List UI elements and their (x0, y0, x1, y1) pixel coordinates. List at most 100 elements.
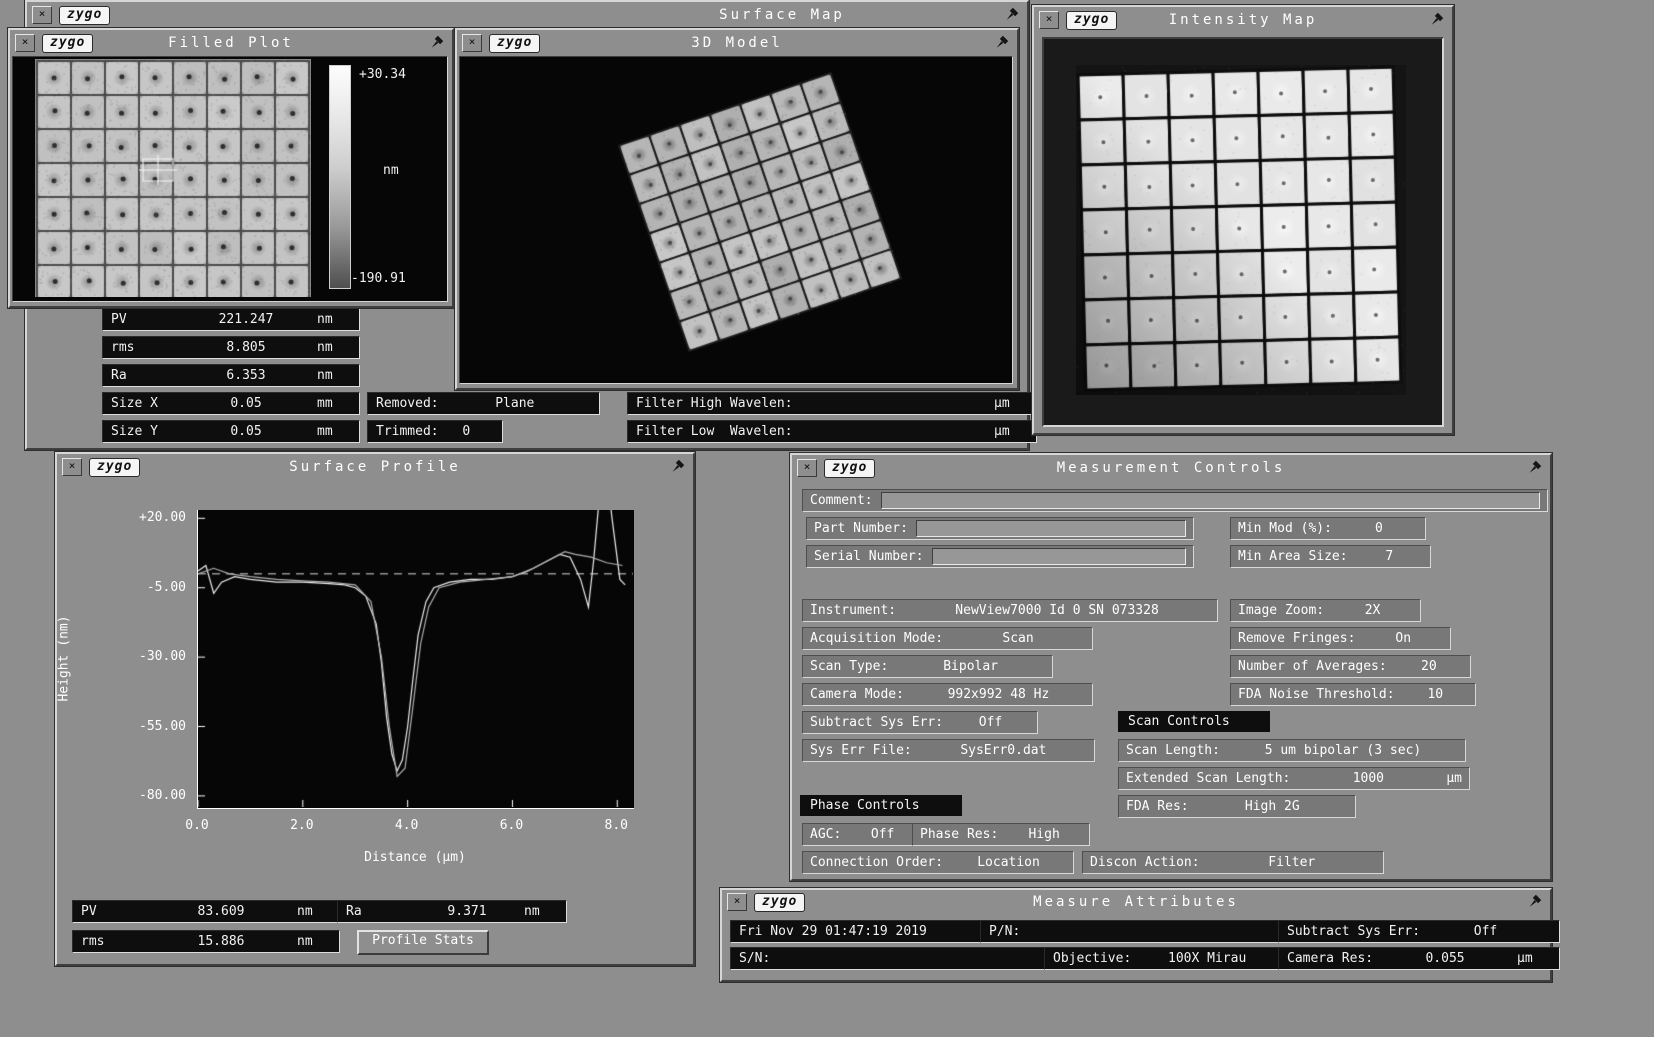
field-value: Bipolar (896, 659, 1045, 674)
field-extended-scan-length[interactable]: Extended Scan Length: 1000 µm (1118, 767, 1470, 790)
surface-map-titlebar[interactable]: × zygo Surface Map (27, 2, 1027, 28)
close-icon[interactable]: × (462, 34, 482, 52)
field-filter-low-wavelen[interactable]: Filter Low Wavelen: µm (627, 420, 1037, 443)
pin-icon[interactable] (429, 34, 447, 52)
field-min-mod[interactable]: Min Mod (%): 0 (1230, 517, 1426, 540)
x-tick-label: 2.0 (280, 818, 324, 833)
field-phase-res[interactable]: Phase Res: High (912, 823, 1090, 846)
field-value: SysErr0.dat (920, 743, 1087, 758)
field-discon-action[interactable]: Discon Action: Filter (1082, 851, 1384, 874)
stat-unit: mm (317, 396, 351, 411)
part-number-input[interactable] (916, 520, 1186, 537)
field-label: Remove Fringes: (1238, 631, 1355, 646)
profile-stats-button[interactable]: Profile Stats (357, 930, 489, 955)
field-camera-mode[interactable]: Camera Mode: 992x992 48 Hz (802, 683, 1093, 706)
model-3d-image[interactable] (460, 57, 1010, 381)
field-fda-noise-threshold[interactable]: FDA Noise Threshold: 10 (1230, 683, 1476, 706)
field-remove-fringes[interactable]: Remove Fringes: On (1230, 627, 1451, 650)
pin-icon[interactable] (1527, 459, 1545, 477)
field-unit: µm (1517, 951, 1551, 966)
zygo-logo[interactable]: zygo (754, 893, 805, 912)
pin-icon[interactable] (1527, 893, 1545, 911)
field-label: Subtract Sys Err: (810, 715, 943, 730)
surface-profile-titlebar[interactable]: × zygo Surface Profile (57, 454, 693, 480)
model-3d-window: × zygo 3D Model (455, 28, 1019, 390)
serial-number-input[interactable] (932, 548, 1186, 565)
field-fda-res[interactable]: FDA Res: High 2G (1118, 795, 1356, 818)
x-tick-label: 8.0 (594, 818, 638, 833)
stat-label: Ra (111, 368, 175, 383)
field-label: Discon Action: (1090, 855, 1200, 870)
field-image-zoom[interactable]: Image Zoom: 2X (1230, 599, 1421, 622)
close-icon[interactable]: × (797, 459, 817, 477)
intensity-map-image[interactable] (1076, 65, 1406, 395)
zygo-logo[interactable]: zygo (59, 6, 110, 25)
field-value: 10 (1403, 687, 1468, 702)
field-label: AGC: (810, 827, 841, 842)
filled-plot-image[interactable] (35, 59, 311, 297)
attribute-pn[interactable]: P/N: (980, 920, 1292, 943)
zygo-logo[interactable]: zygo (42, 34, 93, 53)
zygo-logo[interactable]: zygo (824, 459, 875, 478)
pin-icon[interactable] (670, 458, 688, 476)
stat-unit: nm (297, 934, 331, 949)
stat-profile-ra: Ra 9.371 nm (337, 900, 567, 923)
field-agc[interactable]: AGC: Off (802, 823, 924, 846)
pin-icon[interactable] (1429, 11, 1447, 29)
close-icon[interactable]: × (727, 893, 747, 911)
field-sys-err-file[interactable]: Sys Err File: SysErr0.dat (802, 739, 1095, 762)
zygo-logo[interactable]: zygo (489, 34, 540, 53)
phase-controls-header: Phase Controls (800, 795, 962, 816)
field-subtract-sys-err[interactable]: Subtract Sys Err: Off (802, 711, 1038, 734)
intensity-map-titlebar[interactable]: × zygo Intensity Map (1034, 7, 1452, 33)
field-number-of-averages[interactable]: Number of Averages: 20 (1230, 655, 1471, 678)
pin-icon[interactable] (1004, 6, 1022, 24)
field-comment[interactable]: Comment: (802, 489, 1548, 512)
field-value: High 2G (1197, 799, 1348, 814)
field-acquisition-mode[interactable]: Acquisition Mode: Scan (802, 627, 1093, 650)
field-value: High (1006, 827, 1082, 842)
field-min-area-size[interactable]: Min Area Size: 7 (1230, 545, 1431, 568)
filled-plot-titlebar[interactable]: × zygo Filled Plot (10, 30, 452, 56)
close-icon[interactable]: × (32, 6, 52, 24)
comment-input[interactable] (881, 492, 1540, 509)
stat-label: Size X (111, 396, 175, 411)
close-icon[interactable]: × (15, 34, 35, 52)
surface-profile-window: × zygo Surface Profile +20.00-5.00-30.00… (55, 452, 695, 966)
field-unit: µm (1446, 771, 1462, 786)
close-icon[interactable]: × (62, 458, 82, 476)
field-scan-length[interactable]: Scan Length: 5 um bipolar (3 sec) (1118, 739, 1466, 762)
zygo-logo[interactable]: zygo (89, 458, 140, 477)
field-instrument[interactable]: Instrument: NewView7000 Id 0 SN 073328 (802, 599, 1218, 622)
field-trimmed[interactable]: Trimmed: 0 (367, 420, 503, 443)
stat-unit: nm (317, 340, 351, 355)
pin-icon[interactable] (994, 34, 1012, 52)
field-value: Off (951, 715, 1030, 730)
attribute-sn[interactable]: S/N: (730, 947, 1058, 970)
field-value: 20 (1395, 659, 1463, 674)
window-title: Measurement Controls (792, 460, 1550, 476)
measure-attributes-titlebar[interactable]: × zygo Measure Attributes (722, 890, 1550, 914)
field-value: Off (849, 827, 916, 842)
profile-chart-canvas[interactable] (198, 510, 633, 807)
field-part-number[interactable]: Part Number: (806, 517, 1194, 540)
field-scan-type[interactable]: Scan Type: Bipolar (802, 655, 1053, 678)
stat-unit: nm (317, 312, 351, 327)
field-connection-order[interactable]: Connection Order: Location (802, 851, 1074, 874)
scale-max-label: +30.34 (359, 67, 406, 82)
field-serial-number[interactable]: Serial Number: (806, 545, 1194, 568)
model-3d-titlebar[interactable]: × zygo 3D Model (457, 30, 1017, 56)
field-removed[interactable]: Removed: Plane (367, 392, 600, 415)
close-icon[interactable]: × (1039, 11, 1059, 29)
color-scale-bar (329, 65, 351, 289)
stat-label: PV (111, 312, 175, 327)
measurement-controls-titlebar[interactable]: × zygo Measurement Controls (792, 455, 1550, 481)
field-filter-high-wavelen[interactable]: Filter High Wavelen: µm (627, 392, 1037, 415)
zygo-logo[interactable]: zygo (1066, 11, 1117, 30)
field-value: Off (1420, 924, 1551, 939)
metropro-desktop: × zygo Surface Map PV 221.247 nm rms 8.8… (0, 0, 1654, 1037)
field-label: Filter Low Wavelen: (636, 424, 793, 439)
field-value: 0 (1340, 521, 1418, 536)
stat-value: 6.353 (175, 368, 317, 383)
stat-value: 0.05 (175, 424, 317, 439)
